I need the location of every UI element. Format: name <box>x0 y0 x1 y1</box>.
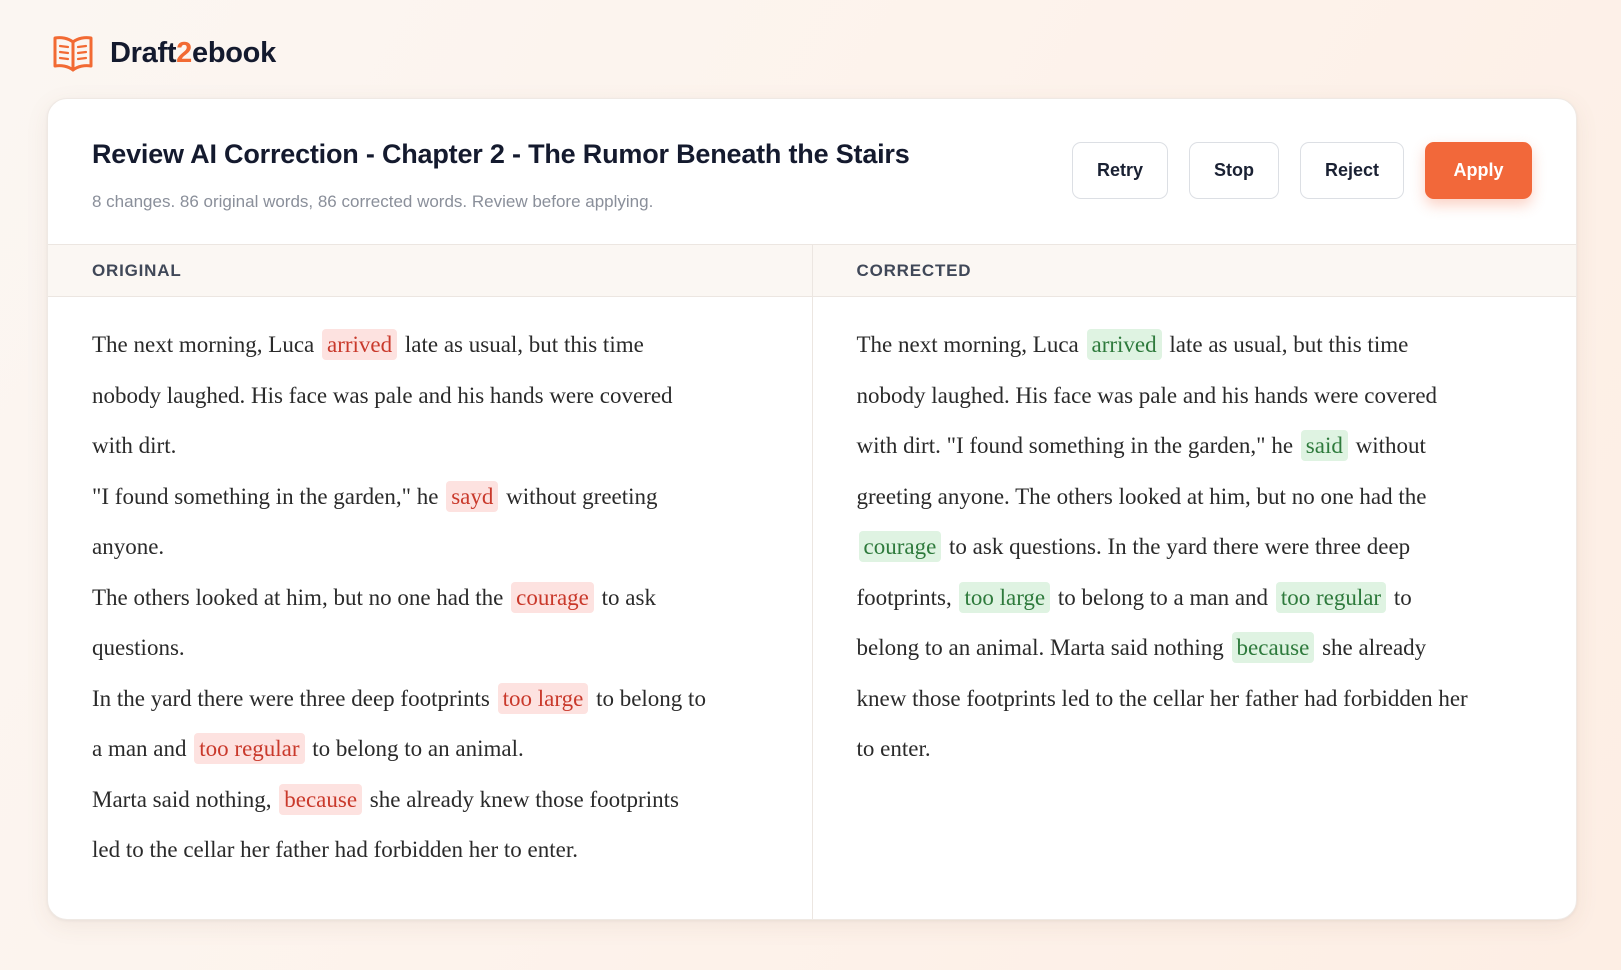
corrected-text: The next morning, Luca arrived late as u… <box>813 297 1577 775</box>
corrected-word: too regular <box>1275 581 1387 613</box>
diff-columns: ORIGINAL The next morning, Luca arrived … <box>48 245 1576 919</box>
apply-button[interactable]: Apply <box>1425 142 1532 199</box>
original-paragraph: The others looked at him, but no one had… <box>92 573 712 674</box>
text-span: The next morning, Luca <box>856 332 1079 357</box>
change-summary: 8 changes. 86 original words, 86 correct… <box>92 192 654 211</box>
stop-button[interactable]: Stop <box>1189 142 1279 199</box>
open-book-icon <box>52 33 94 73</box>
removed-word: because <box>279 783 363 815</box>
text-span: The others looked at him, but no one had… <box>92 584 504 610</box>
original-paragraph: The next morning, Luca arrived late as u… <box>92 320 712 472</box>
original-column-header: ORIGINAL <box>48 245 812 297</box>
review-card: Review AI Correction - Chapter 2 - The R… <box>47 98 1577 920</box>
text-span: Marta said nothing, <box>92 786 272 812</box>
page-title: Review AI Correction - Chapter 2 - The R… <box>92 139 910 169</box>
removed-word: arrived <box>322 329 398 360</box>
original-text: The next morning, Luca arrived late as u… <box>48 297 812 876</box>
removed-word: courage <box>511 581 594 613</box>
corrected-word: too large <box>959 581 1051 613</box>
corrected-column-header: CORRECTED <box>812 245 1576 297</box>
card-header: Review AI Correction - Chapter 2 - The R… <box>48 99 1576 245</box>
corrected-paragraph: The next morning, Luca arrived late as u… <box>857 320 1477 775</box>
corrected-column: CORRECTED The next morning, Luca arrived… <box>811 245 1577 919</box>
removed-word: too large <box>497 682 589 714</box>
original-column: ORIGINAL The next morning, Luca arrived … <box>48 245 812 919</box>
corrected-word: said <box>1300 430 1348 461</box>
corrected-word: courage <box>858 531 942 562</box>
text-span: The next morning, Luca <box>92 332 315 357</box>
text-span: In the yard there were three deep footpr… <box>92 685 490 711</box>
action-buttons: Retry Stop Reject Apply <box>1072 142 1532 199</box>
brand: Draft2ebook <box>52 30 276 76</box>
removed-word: sayd <box>446 480 499 512</box>
original-paragraph: Marta said nothing, because she already … <box>92 775 712 876</box>
original-paragraph: In the yard there were three deep footpr… <box>92 674 712 775</box>
brand-name: Draft2ebook <box>110 36 276 69</box>
corrected-word: arrived <box>1086 329 1162 360</box>
reject-button[interactable]: Reject <box>1300 142 1404 199</box>
retry-button[interactable]: Retry <box>1072 142 1168 199</box>
original-paragraph: "I found something in the garden," he sa… <box>92 472 712 573</box>
corrected-word: because <box>1231 632 1315 663</box>
text-span: "I found something in the garden," he <box>92 483 439 509</box>
text-span: to belong to a man and <box>1057 584 1269 610</box>
removed-word: too regular <box>194 733 305 764</box>
text-span: to belong to an animal. <box>312 736 524 761</box>
